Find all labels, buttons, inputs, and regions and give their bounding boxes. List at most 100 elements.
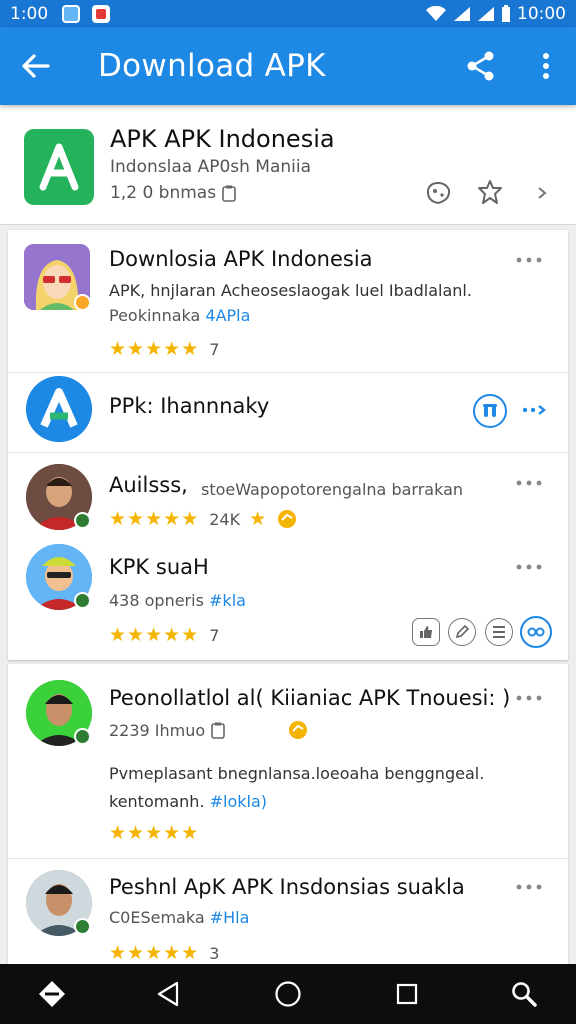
download-count-text: 1,2 0 bnmas <box>110 183 217 203</box>
review-meta-text: 438 opneris <box>109 591 204 610</box>
review-tag-link[interactable]: #Hla <box>210 908 250 927</box>
rating-stars: ★ ★ ★ ★ ★ 3 <box>109 942 219 964</box>
assistant-button[interactable] <box>34 976 70 1012</box>
chevron-right-dotted-icon <box>522 405 546 415</box>
home-button[interactable] <box>270 976 306 1012</box>
expand-button[interactable] <box>526 177 558 209</box>
review-menu-button[interactable] <box>514 250 544 270</box>
review-meta: C0ESemaka #Hla <box>109 908 249 927</box>
star-icon: ★ <box>145 507 163 530</box>
star-icon: ★ <box>163 942 181 964</box>
review-text: APK, hnjlaran Acheoseslaogak luel Ibadla… <box>109 281 472 300</box>
review-meta-text: C0ESemaka <box>109 908 205 927</box>
more-horiz-icon <box>516 695 542 701</box>
review-menu-button[interactable] <box>514 473 544 493</box>
edit-icon <box>455 624 470 639</box>
more-horiz-icon <box>516 257 542 263</box>
clipboard-icon <box>211 722 225 739</box>
more-horiz-icon <box>516 564 542 570</box>
download-count: 1,2 0 bnmas <box>110 183 236 203</box>
star-icon: ★ <box>109 822 127 844</box>
star-icon: ★ <box>127 338 145 360</box>
square-recents-icon <box>396 983 418 1005</box>
app-name: APK APK Indonesia <box>110 125 335 153</box>
rating-stars: ★ ★ ★ ★ ★ <box>109 824 198 843</box>
search-button[interactable] <box>506 976 542 1012</box>
review-tag-link[interactable]: 4APla <box>205 306 250 325</box>
cookie-action-button[interactable] <box>422 177 454 209</box>
review-body-text: kentomanh. <box>109 792 205 811</box>
badge-action-button[interactable] <box>474 177 506 209</box>
app-logo-icon <box>24 129 94 205</box>
review-tag-link[interactable]: #kla <box>209 591 246 610</box>
list-icon <box>493 626 505 638</box>
reviewer-name: KPK suaH <box>109 555 209 579</box>
review-title: Downlosia APK Indonesia <box>109 247 373 271</box>
star-icon: ★ <box>181 624 199 646</box>
share-button[interactable] <box>462 47 500 85</box>
review-body: Pvmeplasant bnegnlansa.loeoaha benggngea… <box>109 764 485 783</box>
reply-button[interactable] <box>520 616 552 648</box>
chat-icon <box>527 627 545 637</box>
gallery-notification-icon <box>62 4 81 23</box>
verified-badge-icon <box>74 728 91 745</box>
rating-stars: ★ ★ ★ ★ ★ 24K ★ <box>109 509 297 529</box>
rating-stars: ★ ★ ★ ★ ★ 7 <box>109 624 220 646</box>
star-icon: ★ <box>127 624 145 646</box>
thumb-emoji-icon <box>289 721 307 739</box>
wifi-icon <box>426 5 446 21</box>
star-icon: ★ <box>127 507 145 530</box>
back-nav-button[interactable] <box>150 976 186 1012</box>
status-time: 1:00 <box>10 3 49 24</box>
review-menu-button[interactable] <box>514 557 544 577</box>
star-icon: ★ <box>109 338 127 360</box>
app-notification-icon <box>92 4 111 23</box>
like-button[interactable] <box>412 618 440 646</box>
verified-badge-icon <box>74 592 91 609</box>
star-icon: ★ <box>181 338 199 360</box>
reviewer-name: Peshnl ApK APK Insdonsias suakla <box>109 875 465 899</box>
rating-count: 24K <box>209 509 241 529</box>
verified-badge-icon <box>74 512 91 529</box>
review-menu-button[interactable] <box>514 877 544 897</box>
star-icon: ★ <box>163 507 181 530</box>
star-icon: ★ <box>181 822 199 844</box>
install-button[interactable] <box>473 394 507 428</box>
next-button[interactable] <box>520 400 550 420</box>
chevron-right-icon <box>538 187 547 199</box>
thumbs-up-icon <box>420 626 432 638</box>
review-meta: 438 opneris #kla <box>109 591 246 610</box>
list-button[interactable] <box>485 618 513 646</box>
overflow-menu-button[interactable] <box>532 47 560 85</box>
review-meta: Peokinnaka 4APla <box>109 306 250 325</box>
back-button[interactable] <box>0 27 72 105</box>
app-avatar-icon[interactable] <box>26 376 92 442</box>
app-bar: Download APK <box>0 27 576 105</box>
star-icon: ★ <box>163 338 181 360</box>
star-icon: ★ <box>163 822 181 844</box>
circle-home-icon <box>275 981 301 1007</box>
reviews-card: Downlosia APK Indonesia APK, hnjlaran Ac… <box>8 230 568 660</box>
star-icon: ★ <box>127 822 145 844</box>
verified-badge-icon <box>74 294 91 311</box>
divider <box>8 858 568 859</box>
rating-stars: ★ ★ ★ ★ ★ 7 <box>109 338 219 360</box>
cookie-icon <box>426 181 451 205</box>
review-tag-link[interactable]: #lokla) <box>210 792 267 811</box>
rating-count: 7 <box>209 626 220 645</box>
developer-name: PPk: Ihannnaky <box>109 394 270 418</box>
verified-badge-icon <box>74 918 91 935</box>
status-bar: 1:00 10:00 <box>0 0 576 27</box>
arrow-back-icon <box>22 54 50 78</box>
signal-icon-2 <box>478 6 494 21</box>
star-icon: ★ <box>109 942 127 964</box>
search-icon <box>512 982 537 1007</box>
status-clock: 10:00 <box>517 3 566 24</box>
star-icon: ★ <box>249 507 267 530</box>
triangle-back-icon <box>157 981 179 1007</box>
app-developer: Indonslaa AP0sh Maniia <box>110 157 312 177</box>
star-icon: ★ <box>145 942 163 964</box>
review-menu-button[interactable] <box>514 688 544 708</box>
recents-button[interactable] <box>389 976 425 1012</box>
edit-button[interactable] <box>448 618 476 646</box>
